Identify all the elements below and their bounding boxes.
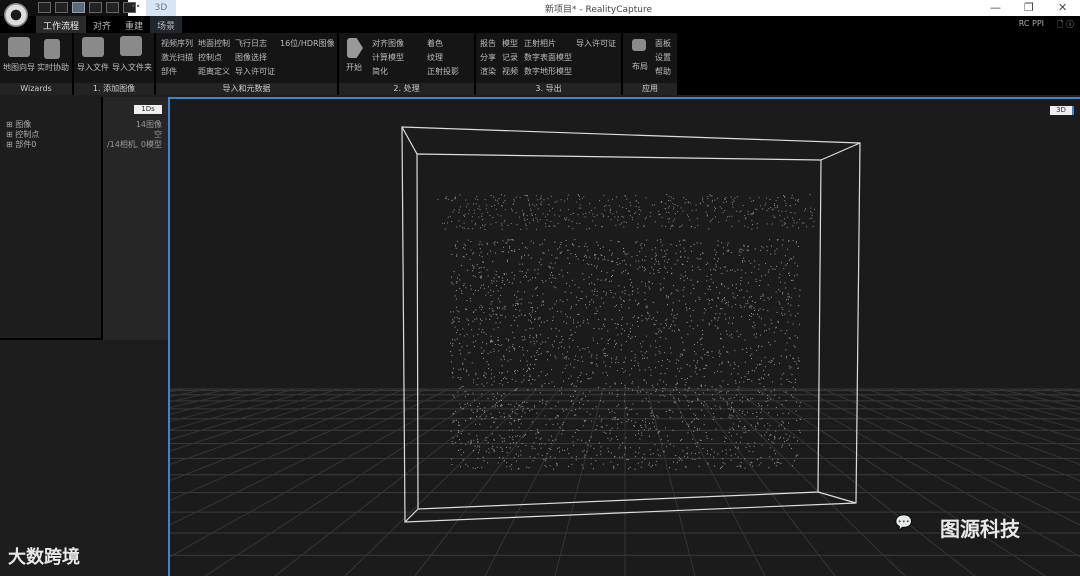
layout-buttons (38, 2, 136, 13)
menu-bar: 工作流程 对齐 重建 场景 RC PPI 🗋 ⓘ (0, 16, 1080, 35)
watermark-left: 大数跨境 (8, 547, 80, 568)
restore-icon[interactable]: ❐ (1024, 1, 1034, 14)
import-file-button[interactable]: 导入文件 (77, 62, 109, 73)
tree-item-component[interactable]: ⊞ 部件0 (6, 139, 36, 150)
texture-button[interactable]: 纹理 (427, 52, 443, 63)
report-button[interactable]: 报告 (480, 38, 496, 49)
map-wizard-button[interactable]: 地图向导 (3, 62, 35, 73)
watermark-right: 图源科技 (940, 517, 1020, 541)
control-points-button[interactable]: 控制点 (198, 52, 222, 63)
group-label: 导入和元数据 (156, 83, 337, 95)
rc-ppi-label[interactable]: RC PPI (1019, 19, 1044, 28)
help-icon[interactable]: 🗋 ⓘ (1057, 19, 1074, 33)
ribbon: 地图向导 实时协助 Wizards 导入文件 导入文件夹 1. 添加图像 视频序… (0, 33, 1080, 95)
help-button[interactable]: 帮助 (655, 66, 671, 77)
live-assist-icon (44, 39, 60, 59)
align-images-button[interactable]: 对齐图像 (372, 38, 404, 49)
laser-scan-button[interactable]: 激光扫描 (161, 52, 193, 63)
dsm-button[interactable]: 数字表面模型 (524, 52, 572, 63)
live-assist-button[interactable]: 实时协助 (37, 62, 69, 73)
settings-button[interactable]: 设置 (655, 52, 671, 63)
import-file-icon (82, 37, 104, 57)
layout-button[interactable]: 布局 (632, 61, 648, 72)
view-tab-3d[interactable]: 3D (146, 0, 176, 16)
model-export-button[interactable]: 模型 (502, 38, 518, 49)
render-button[interactable]: 渲染 (480, 66, 496, 77)
import-license-button[interactable]: 导入许可证 (235, 66, 275, 77)
group-label: 2. 处理 (339, 83, 474, 95)
dtm-button[interactable]: 数字地形模型 (524, 66, 572, 77)
1ds-button[interactable]: 1Ds (134, 105, 162, 114)
view-3d-button[interactable]: 3D (1050, 106, 1074, 115)
layout-4-icon[interactable] (89, 2, 102, 13)
group-import-metadata: 视频序列 地面控制 飞行日志 16位/HDR图像 激光扫描 控制点 图像选择 部… (156, 33, 338, 95)
window-title: 新项目* - RealityCapture (545, 5, 653, 15)
close-icon[interactable]: ✕ (1058, 1, 1067, 14)
simplify-button[interactable]: 简化 (372, 66, 388, 77)
ground-control-button[interactable]: 地面控制 (198, 38, 230, 49)
minimize-icon[interactable]: — (990, 1, 1001, 14)
colorize-button[interactable]: 着色 (427, 38, 443, 49)
group-application: 布局 面板 设置 帮助 应用 (623, 33, 678, 95)
component-value: /14相机, 0模型 (106, 140, 162, 149)
group-label: 1. 添加图像 (74, 83, 154, 95)
more-tab[interactable]: •• (131, 2, 140, 11)
wechat-icon: 💬 (895, 515, 913, 531)
group-export: 报告 模型 正射相片 导入许可证 分享 记录 数字表面模型 渲染 视频 数字地形… (476, 33, 622, 95)
3d-scene[interactable] (170, 99, 1080, 576)
bounding-box[interactable] (401, 126, 861, 523)
title-bar: •• 3D 新项目* - RealityCapture — ❐ ✕ (0, 0, 1080, 16)
group-label: 应用 (623, 83, 677, 95)
orthophoto-button[interactable]: 正射相片 (524, 38, 556, 49)
project-panel: 1Ds ⊞ 图像 ⊞ 控制点 ⊞ 部件0 14图像 空 /14相机, 0模型 (0, 97, 168, 576)
tree-label: 控制点 (15, 130, 40, 139)
layout-2-icon[interactable] (55, 2, 68, 13)
tree-label: 部件0 (15, 140, 37, 149)
start-button[interactable]: 开始 (346, 62, 362, 73)
layout-3-icon[interactable] (72, 2, 85, 13)
3d-viewport[interactable]: 3D (168, 97, 1080, 576)
group-wizards: 地图向导 实时协助 Wizards (0, 33, 73, 95)
group-label: Wizards (0, 83, 72, 95)
distance-definition-button[interactable]: 距离定义 (198, 66, 230, 77)
ground-grid (170, 388, 1080, 576)
calculate-model-button[interactable]: 计算模型 (372, 52, 404, 63)
export-license-button[interactable]: 导入许可证 (576, 38, 616, 49)
tree-label: 图像 (15, 120, 32, 129)
image-selection-button[interactable]: 图像选择 (235, 52, 267, 63)
panels-button[interactable]: 面板 (655, 38, 671, 49)
map-wizard-icon (8, 37, 30, 57)
component-button[interactable]: 部件 (161, 66, 177, 77)
layout-5-icon[interactable] (106, 2, 119, 13)
ortho-projection-button[interactable]: 正射投影 (427, 66, 459, 77)
record-button[interactable]: 记录 (502, 52, 518, 63)
layout-1-icon[interactable] (38, 2, 51, 13)
import-folder-button[interactable]: 导入文件夹 (112, 62, 152, 73)
video-sequence-button[interactable]: 视频序列 (161, 38, 193, 49)
point-cloud (437, 194, 815, 470)
flight-log-button[interactable]: 飞行日志 (235, 38, 267, 49)
layout-grid-icon (632, 39, 646, 51)
hdr-images-button[interactable]: 16位/HDR图像 (280, 38, 335, 49)
group-add-images: 导入文件 导入文件夹 1. 添加图像 (74, 33, 155, 95)
app-logo[interactable] (4, 3, 28, 27)
group-process: 开始 对齐图像 着色 计算模型 纹理 简化 正射投影 2. 处理 (339, 33, 475, 95)
group-label: 3. 导出 (476, 83, 621, 95)
import-folder-icon (120, 36, 142, 56)
share-button[interactable]: 分享 (480, 52, 496, 63)
video-button[interactable]: 视频 (502, 66, 518, 77)
panel-splitter[interactable] (101, 97, 103, 340)
start-icon (347, 38, 363, 58)
